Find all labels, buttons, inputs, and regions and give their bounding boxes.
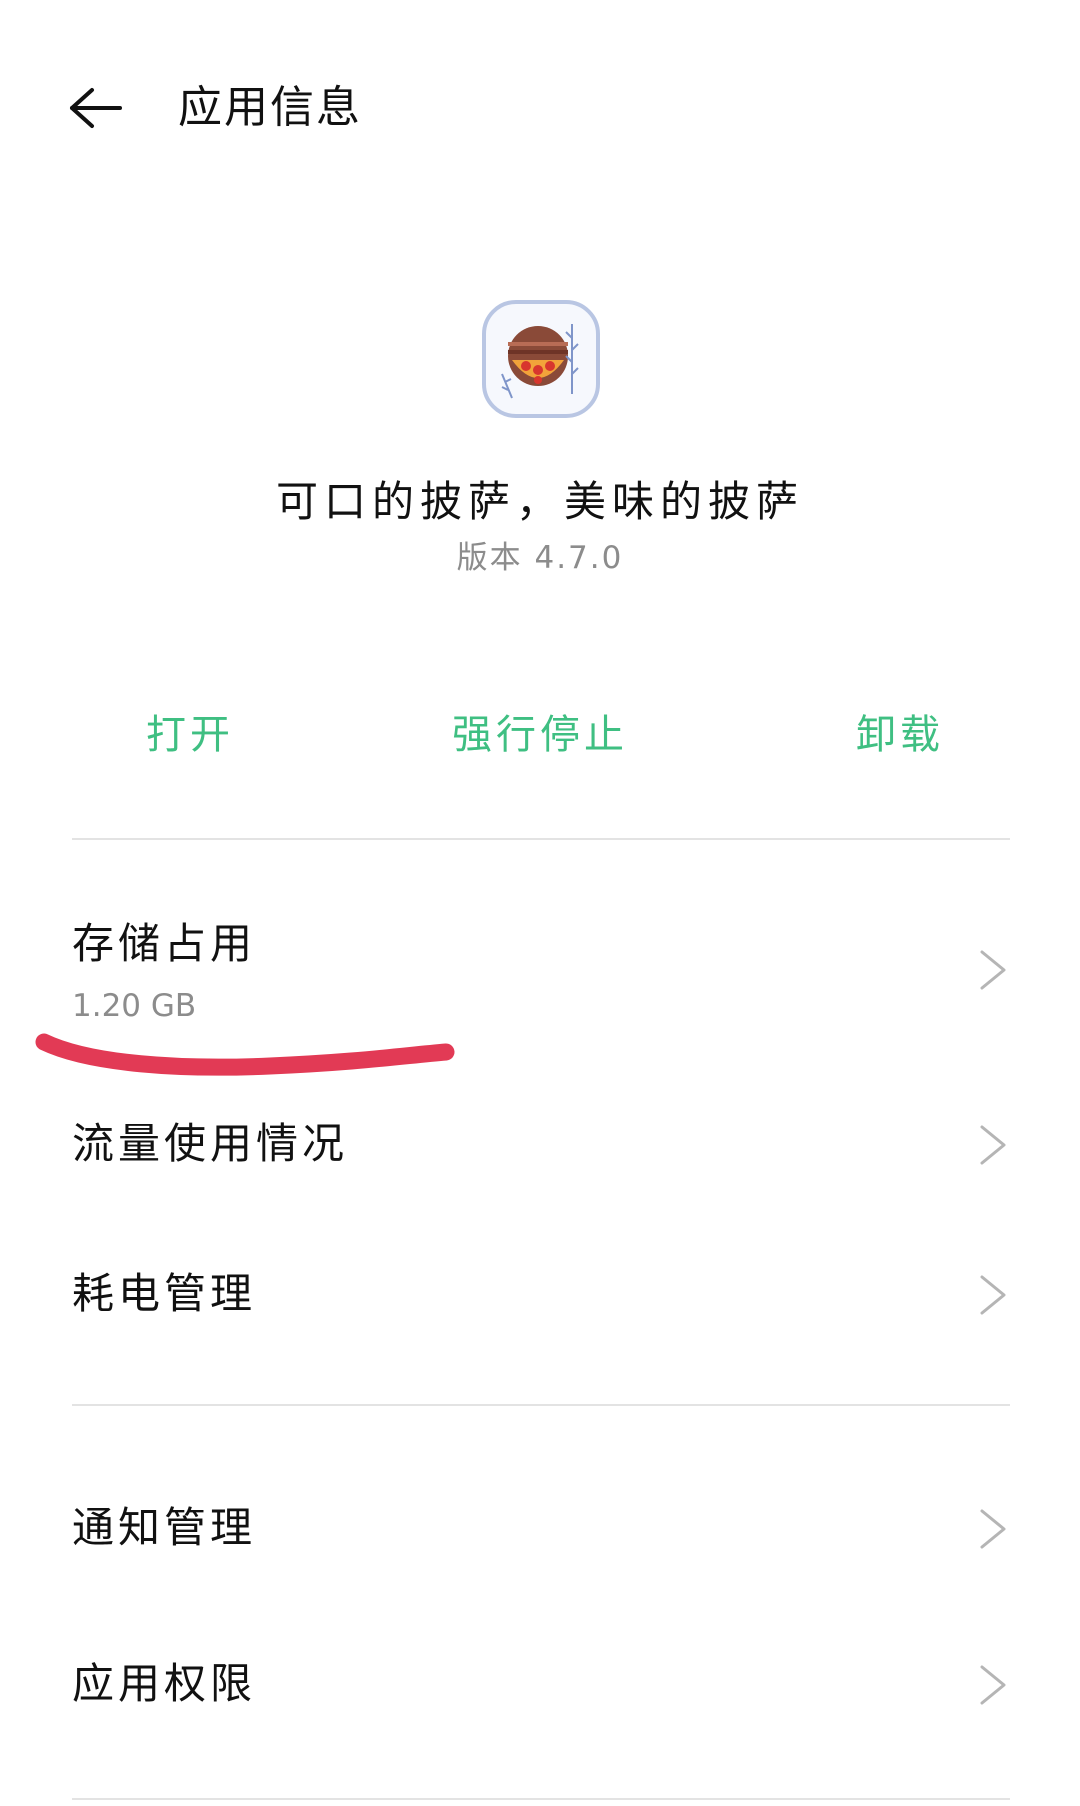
app-name: 可口的披萨，美味的披萨 bbox=[275, 477, 804, 526]
data-usage-label: 流量使用情况 bbox=[72, 1119, 349, 1168]
app-version: 版本 4.7.0 bbox=[456, 540, 624, 576]
battery-item[interactable]: 耗电管理 bbox=[72, 1260, 1010, 1330]
force-stop-button[interactable]: 强行停止 bbox=[430, 700, 650, 770]
notifications-item[interactable]: 通知管理 bbox=[72, 1494, 1010, 1564]
page-title: 应用信息 bbox=[178, 82, 362, 133]
highlight-annotation bbox=[35, 1033, 455, 1076]
open-button[interactable]: 打开 bbox=[120, 700, 260, 770]
battery-label: 耗电管理 bbox=[72, 1269, 257, 1318]
permissions-label: 应用权限 bbox=[72, 1659, 257, 1708]
storage-label: 存储占用 bbox=[72, 919, 257, 968]
permissions-item[interactable]: 应用权限 bbox=[72, 1650, 1010, 1720]
chevron-right-icon bbox=[980, 1665, 1006, 1705]
chevron-right-icon bbox=[980, 1509, 1006, 1549]
app-icon bbox=[482, 300, 600, 418]
chevron-right-icon bbox=[980, 1125, 1006, 1165]
divider bbox=[72, 1798, 1010, 1800]
divider bbox=[72, 838, 1010, 840]
chevron-right-icon bbox=[980, 1275, 1006, 1315]
uninstall-button[interactable]: 卸载 bbox=[830, 700, 970, 770]
data-usage-item[interactable]: 流量使用情况 bbox=[72, 1110, 1010, 1180]
pizza-icon bbox=[501, 324, 579, 399]
chevron-right-icon bbox=[980, 950, 1006, 990]
back-button[interactable] bbox=[60, 78, 132, 138]
divider bbox=[72, 1404, 1010, 1406]
storage-item[interactable]: 存储占用 1.20 GB bbox=[72, 910, 1010, 1030]
back-arrow-icon bbox=[70, 88, 122, 128]
top-bar: 应用信息 bbox=[0, 0, 1080, 220]
notifications-label: 通知管理 bbox=[72, 1503, 257, 1552]
